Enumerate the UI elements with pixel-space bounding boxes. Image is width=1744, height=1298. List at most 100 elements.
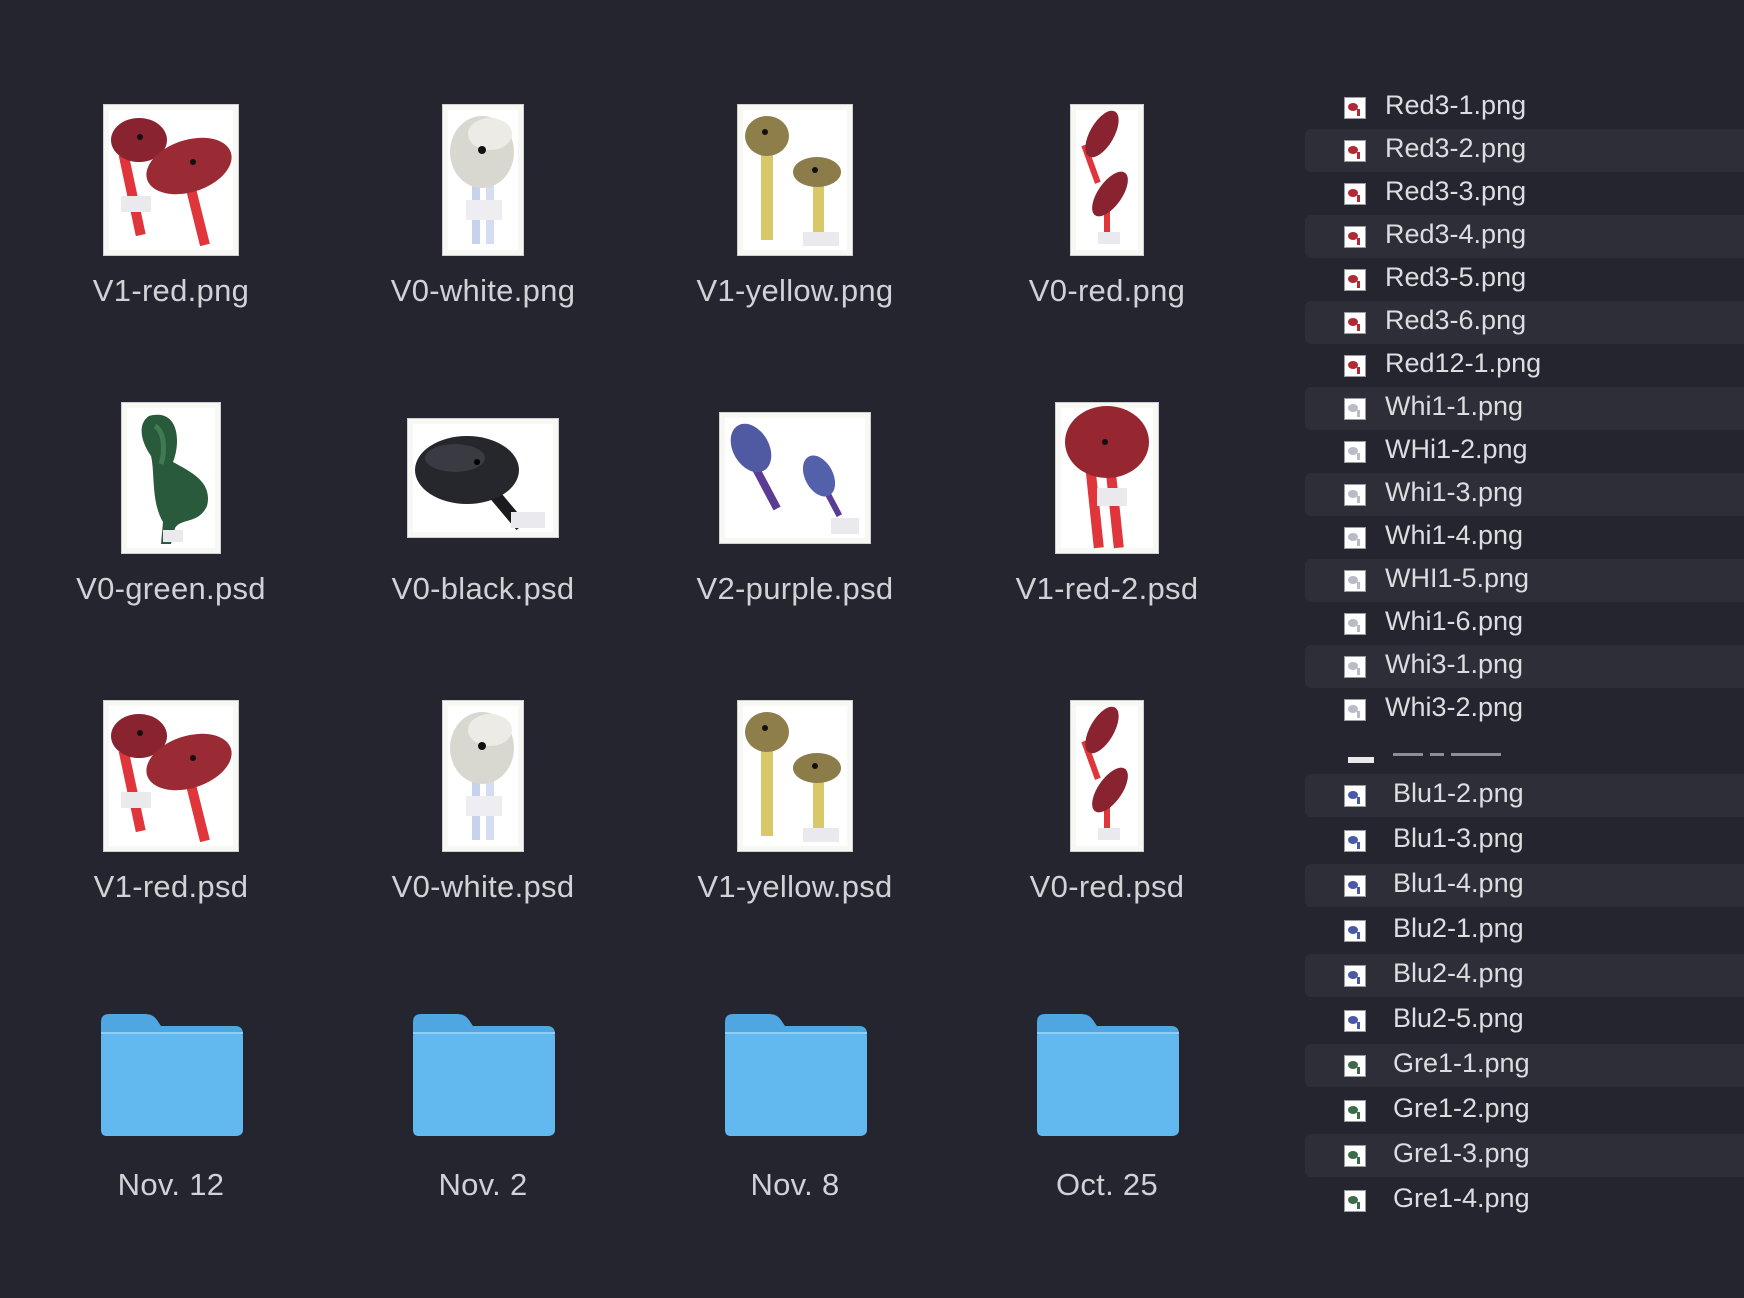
file-item[interactable]: V1-red-2.psd: [951, 393, 1263, 683]
image-file-icon: [1344, 1010, 1366, 1032]
file-list-row[interactable]: Red3-4.png: [1305, 215, 1744, 258]
image-file-icon: [1344, 527, 1366, 549]
folder-name: Nov. 2: [438, 1167, 528, 1202]
folder-item[interactable]: Nov. 8: [639, 989, 951, 1279]
image-file-icon: [1344, 183, 1366, 205]
file-list-name: Whi1-3.png: [1385, 477, 1524, 507]
file-list-row[interactable]: Red3-6.png: [1305, 301, 1744, 344]
file-list-row[interactable]: Blu2-1.png: [1305, 909, 1744, 952]
image-thumbnail-icon: [639, 95, 951, 265]
file-list-row[interactable]: Red12-1.png: [1305, 344, 1744, 387]
image-file-icon: [1344, 441, 1366, 463]
image-file-icon: [1344, 398, 1366, 420]
folder-item[interactable]: Nov. 2: [327, 989, 639, 1279]
image-file-icon: [1344, 920, 1366, 942]
file-list-name: Blu1-3.png: [1393, 823, 1524, 853]
file-item[interactable]: V0-red.psd: [951, 691, 1263, 981]
folder-icon: [15, 989, 327, 1159]
folder-item[interactable]: Nov. 12: [15, 989, 327, 1279]
file-list-row[interactable]: Blu2-4.png: [1305, 954, 1744, 997]
file-list-partial-row: [1305, 749, 1744, 769]
file-list-name: Red3-4.png: [1385, 219, 1527, 249]
file-list-row[interactable]: Whi1-1.png: [1305, 387, 1744, 430]
image-file-icon: [1344, 785, 1366, 807]
file-item[interactable]: V1-yellow.psd: [639, 691, 951, 981]
icon-grid: V1-red.png V0-white.png V1-yellow.png V0-re…: [0, 0, 1290, 1298]
folder-name: Nov. 12: [117, 1167, 225, 1202]
file-list-row[interactable]: Blu2-5.png: [1305, 999, 1744, 1042]
file-list-row[interactable]: Whi1-6.png: [1305, 602, 1744, 645]
file-list-name: WHi1-2.png: [1385, 434, 1528, 464]
image-file-icon: [1344, 484, 1366, 506]
file-item[interactable]: V0-red.png: [951, 95, 1263, 385]
file-list-name: Red12-1.png: [1385, 348, 1542, 378]
image-thumbnail-icon: [15, 691, 327, 861]
image-file-icon: [1344, 312, 1366, 334]
file-list-row[interactable]: Whi1-3.png: [1305, 473, 1744, 516]
file-item[interactable]: V1-red.png: [15, 95, 327, 385]
file-list-row[interactable]: Whi3-1.png: [1305, 645, 1744, 688]
file-name: V0-white.png: [390, 273, 576, 308]
file-list-name: Red3-6.png: [1385, 305, 1527, 335]
image-file-icon: [1344, 613, 1366, 635]
file-name: V1-red.psd: [93, 869, 249, 904]
image-file-icon: [1344, 1145, 1366, 1167]
file-list-row[interactable]: Gre1-2.png: [1305, 1089, 1744, 1132]
file-name: V1-yellow.psd: [697, 869, 893, 904]
image-file-icon: [1344, 140, 1366, 162]
file-list-row[interactable]: Gre1-1.png: [1305, 1044, 1744, 1087]
file-item[interactable]: V0-black.psd: [327, 393, 639, 683]
file-list-row[interactable]: WHI1-5.png: [1305, 559, 1744, 602]
file-item[interactable]: V0-white.psd: [327, 691, 639, 981]
image-file-icon: [1344, 226, 1366, 248]
image-file-icon: [1344, 965, 1366, 987]
file-list-name: Whi1-1.png: [1385, 391, 1524, 421]
file-list-name: Gre1-1.png: [1393, 1048, 1530, 1078]
file-list-name: Blu2-5.png: [1393, 1003, 1524, 1033]
image-thumbnail-icon: [639, 393, 951, 563]
file-list-row[interactable]: Red3-3.png: [1305, 172, 1744, 215]
folder-name: Oct. 25: [1055, 1167, 1159, 1202]
file-list-name: Red3-5.png: [1385, 262, 1527, 292]
file-list-row[interactable]: WHi1-2.png: [1305, 430, 1744, 473]
file-list-row[interactable]: Red3-1.png: [1305, 86, 1744, 129]
file-list-row[interactable]: Gre1-4.png: [1305, 1179, 1744, 1222]
file-list-row[interactable]: Blu1-2.png: [1305, 774, 1744, 817]
folder-item[interactable]: Oct. 25: [951, 989, 1263, 1279]
file-list-name: Red3-1.png: [1385, 90, 1527, 120]
file-list-row[interactable]: Blu1-3.png: [1305, 819, 1744, 862]
file-list-row[interactable]: Whi3-2.png: [1305, 688, 1744, 731]
file-item[interactable]: V1-yellow.png: [639, 95, 951, 385]
image-thumbnail-icon: [15, 393, 327, 563]
file-list-row[interactable]: Red3-5.png: [1305, 258, 1744, 301]
file-list-name: Blu2-1.png: [1393, 913, 1524, 943]
image-thumbnail-icon: [327, 691, 639, 861]
file-name: V0-white.psd: [391, 869, 575, 904]
file-name: V1-red-2.psd: [1015, 571, 1199, 606]
file-item[interactable]: V2-purple.psd: [639, 393, 951, 683]
file-name: V0-red.psd: [1029, 869, 1185, 904]
file-list-name: Whi3-2.png: [1385, 692, 1524, 722]
image-file-icon: [1344, 1100, 1366, 1122]
file-list-row[interactable]: Whi1-4.png: [1305, 516, 1744, 559]
folder-name: Nov. 8: [750, 1167, 840, 1202]
file-list-row[interactable]: Gre1-3.png: [1305, 1134, 1744, 1177]
file-name: V0-red.png: [1028, 273, 1186, 308]
image-thumbnail-icon: [951, 95, 1263, 265]
file-list-row[interactable]: Red3-2.png: [1305, 129, 1744, 172]
image-file-icon: [1344, 699, 1366, 721]
file-item[interactable]: V0-green.psd: [15, 393, 327, 683]
file-name: V1-yellow.png: [696, 273, 894, 308]
image-thumbnail-icon: [951, 393, 1263, 563]
file-list-name: Whi3-1.png: [1385, 649, 1524, 679]
image-file-icon: [1344, 355, 1366, 377]
file-item[interactable]: V0-white.png: [327, 95, 639, 385]
file-item[interactable]: V1-red.psd: [15, 691, 327, 981]
file-list-name: Red3-2.png: [1385, 133, 1527, 163]
file-list-name: Gre1-3.png: [1393, 1138, 1530, 1168]
file-list-name: Blu1-4.png: [1393, 868, 1524, 898]
file-list-row[interactable]: Blu1-4.png: [1305, 864, 1744, 907]
file-list-name: WHI1-5.png: [1385, 563, 1530, 593]
image-thumbnail-icon: [951, 691, 1263, 861]
file-name: V0-green.psd: [76, 571, 266, 606]
